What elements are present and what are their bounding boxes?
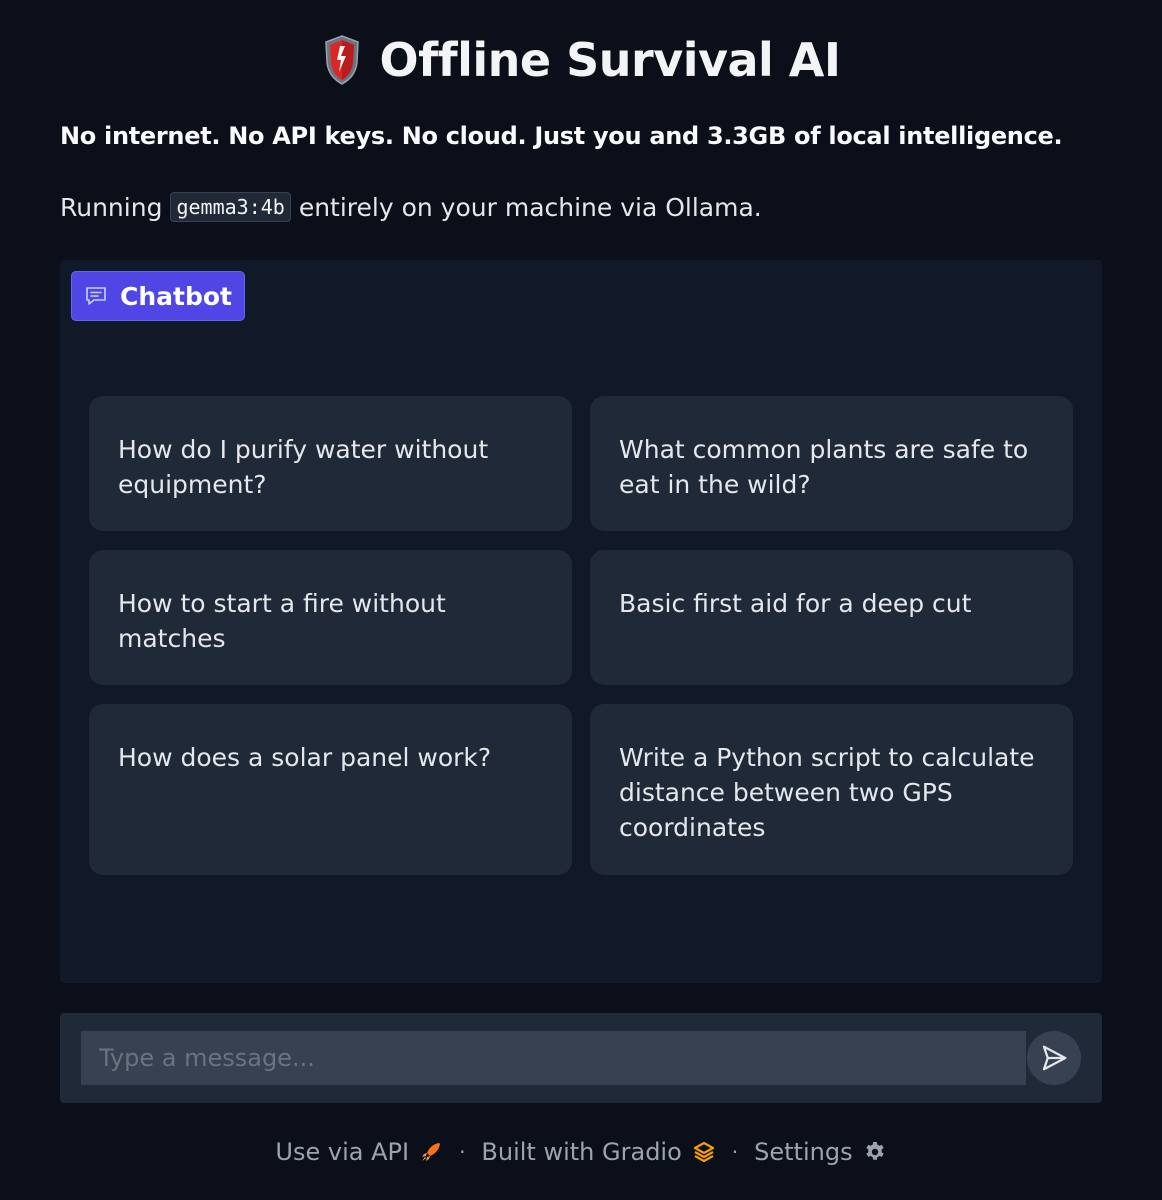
shield-icon	[324, 35, 359, 85]
example-prompt-solar-panel[interactable]: How does a solar panel work?	[89, 704, 572, 875]
running-prefix: Running	[60, 192, 163, 222]
gradio-logo-icon	[693, 1141, 714, 1163]
message-input[interactable]	[81, 1031, 1026, 1085]
settings-label: Settings	[754, 1138, 853, 1166]
example-prompt-purify-water[interactable]: How do I purify water without equipment?	[89, 396, 572, 531]
chatbot-label: Chatbot	[71, 271, 245, 321]
chat-icon	[86, 287, 106, 305]
rocket-icon	[422, 1143, 441, 1161]
running-suffix: entirely on your machine via Ollama.	[298, 192, 762, 222]
use-via-api-label: Use via API	[275, 1138, 410, 1166]
model-name-code: gemma3:4b	[170, 192, 291, 222]
use-via-api-link[interactable]: Use via API	[275, 1138, 443, 1166]
gear-icon	[865, 1142, 884, 1160]
app-page: Offline Survival AI No internet. No API …	[0, 0, 1162, 1200]
built-with-gradio-link[interactable]: Built with Gradio	[481, 1138, 715, 1166]
page-title: Offline Survival AI	[379, 33, 841, 87]
message-composer	[60, 1013, 1102, 1103]
footer-separator: ·	[731, 1140, 739, 1164]
footer-separator: ·	[459, 1140, 466, 1164]
chatbot-panel: Chatbot How do I purify water without eq…	[60, 260, 1102, 983]
example-prompt-first-aid[interactable]: Basic first aid for a deep cut	[590, 550, 1073, 685]
tagline: No internet. No API keys. No cloud. Just…	[60, 122, 1063, 150]
example-prompt-edible-plants[interactable]: What common plants are safe to eat in th…	[590, 396, 1073, 531]
example-prompt-gps-script[interactable]: Write a Python script to calculate dista…	[590, 704, 1073, 875]
example-prompt-start-fire[interactable]: How to start a fire without matches	[89, 550, 572, 685]
built-with-gradio-label: Built with Gradio	[481, 1138, 682, 1166]
running-line: Running gemma3:4b entirely on your machi…	[60, 192, 762, 222]
send-button[interactable]	[1027, 1031, 1081, 1085]
title-row: Offline Survival AI	[0, 28, 1162, 92]
settings-link[interactable]: Settings	[754, 1138, 886, 1166]
chatbot-label-text: Chatbot	[120, 281, 232, 311]
send-icon	[1042, 1045, 1067, 1071]
footer: Use via API · Built with Gradio · Settin…	[0, 1132, 1162, 1172]
